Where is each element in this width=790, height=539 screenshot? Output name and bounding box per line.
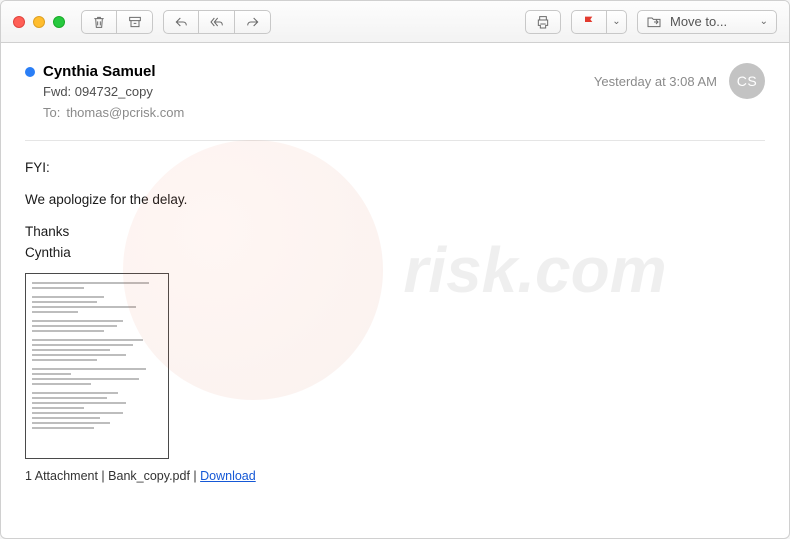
delete-archive-group: [81, 10, 153, 34]
to-label: To:: [43, 105, 60, 120]
reply-icon: [173, 14, 189, 30]
minimize-window-button[interactable]: [33, 16, 45, 28]
reply-all-icon: [209, 14, 225, 30]
flag-menu-button[interactable]: ⌄: [607, 10, 627, 34]
delete-button[interactable]: [81, 10, 117, 34]
header-divider: [25, 140, 765, 141]
unread-indicator: [25, 67, 35, 77]
flag-button[interactable]: [571, 10, 607, 34]
print-button[interactable]: [525, 10, 561, 34]
body-line: We apologize for the delay.: [25, 191, 765, 210]
to-address[interactable]: thomas@pcrisk.com: [66, 105, 184, 120]
recipients-row: To: thomas@pcrisk.com: [43, 105, 594, 120]
chevron-down-icon: ⌄: [612, 16, 620, 27]
move-to-label: Move to...: [670, 14, 752, 29]
signature-line: Cynthia: [25, 244, 765, 263]
sender-row: Cynthia Samuel: [25, 63, 594, 80]
trash-icon: [91, 14, 107, 30]
message-body: FYI: We apologize for the delay. Thanks …: [25, 159, 765, 263]
body-line: FYI:: [25, 159, 765, 178]
move-to-dropdown[interactable]: Move to... ⌄: [637, 10, 777, 34]
header-right: Yesterday at 3:08 AM CS: [594, 63, 765, 99]
reply-button[interactable]: [163, 10, 199, 34]
folder-move-icon: [646, 14, 662, 30]
header-left: Cynthia Samuel Fwd: 094732_copy To: thom…: [25, 63, 594, 120]
archive-button[interactable]: [117, 10, 153, 34]
reply-group: [163, 10, 271, 34]
window-controls: [13, 16, 65, 28]
signature-line: Thanks: [25, 223, 765, 242]
attachment-thumbnail[interactable]: [25, 273, 169, 459]
forward-button[interactable]: [235, 10, 271, 34]
window-titlebar: ⌄ Move to... ⌄: [1, 1, 789, 43]
download-link[interactable]: Download: [200, 469, 256, 483]
zoom-window-button[interactable]: [53, 16, 65, 28]
printer-icon: [535, 14, 551, 30]
flag-group: ⌄: [571, 10, 627, 34]
message-content: Cynthia Samuel Fwd: 094732_copy To: thom…: [1, 43, 789, 538]
flag-icon: [581, 14, 597, 30]
document-preview-icon: [32, 282, 162, 429]
subject-line: Fwd: 094732_copy: [43, 84, 594, 99]
attachment-summary: 1 Attachment | Bank_copy.pdf |: [25, 469, 200, 483]
sender-name[interactable]: Cynthia Samuel: [43, 63, 156, 80]
close-window-button[interactable]: [13, 16, 25, 28]
sender-avatar[interactable]: CS: [729, 63, 765, 99]
chevron-down-icon: ⌄: [760, 16, 768, 27]
print-group: [525, 10, 561, 34]
mail-message-window: ⌄ Move to... ⌄ Cynthia Samuel Fwd: 09473…: [0, 0, 790, 539]
archive-icon: [127, 14, 143, 30]
message-header: Cynthia Samuel Fwd: 094732_copy To: thom…: [25, 63, 765, 120]
forward-icon: [245, 14, 261, 30]
timestamp: Yesterday at 3:08 AM: [594, 74, 717, 89]
attachment-footer: 1 Attachment | Bank_copy.pdf | Download: [25, 469, 765, 483]
reply-all-button[interactable]: [199, 10, 235, 34]
